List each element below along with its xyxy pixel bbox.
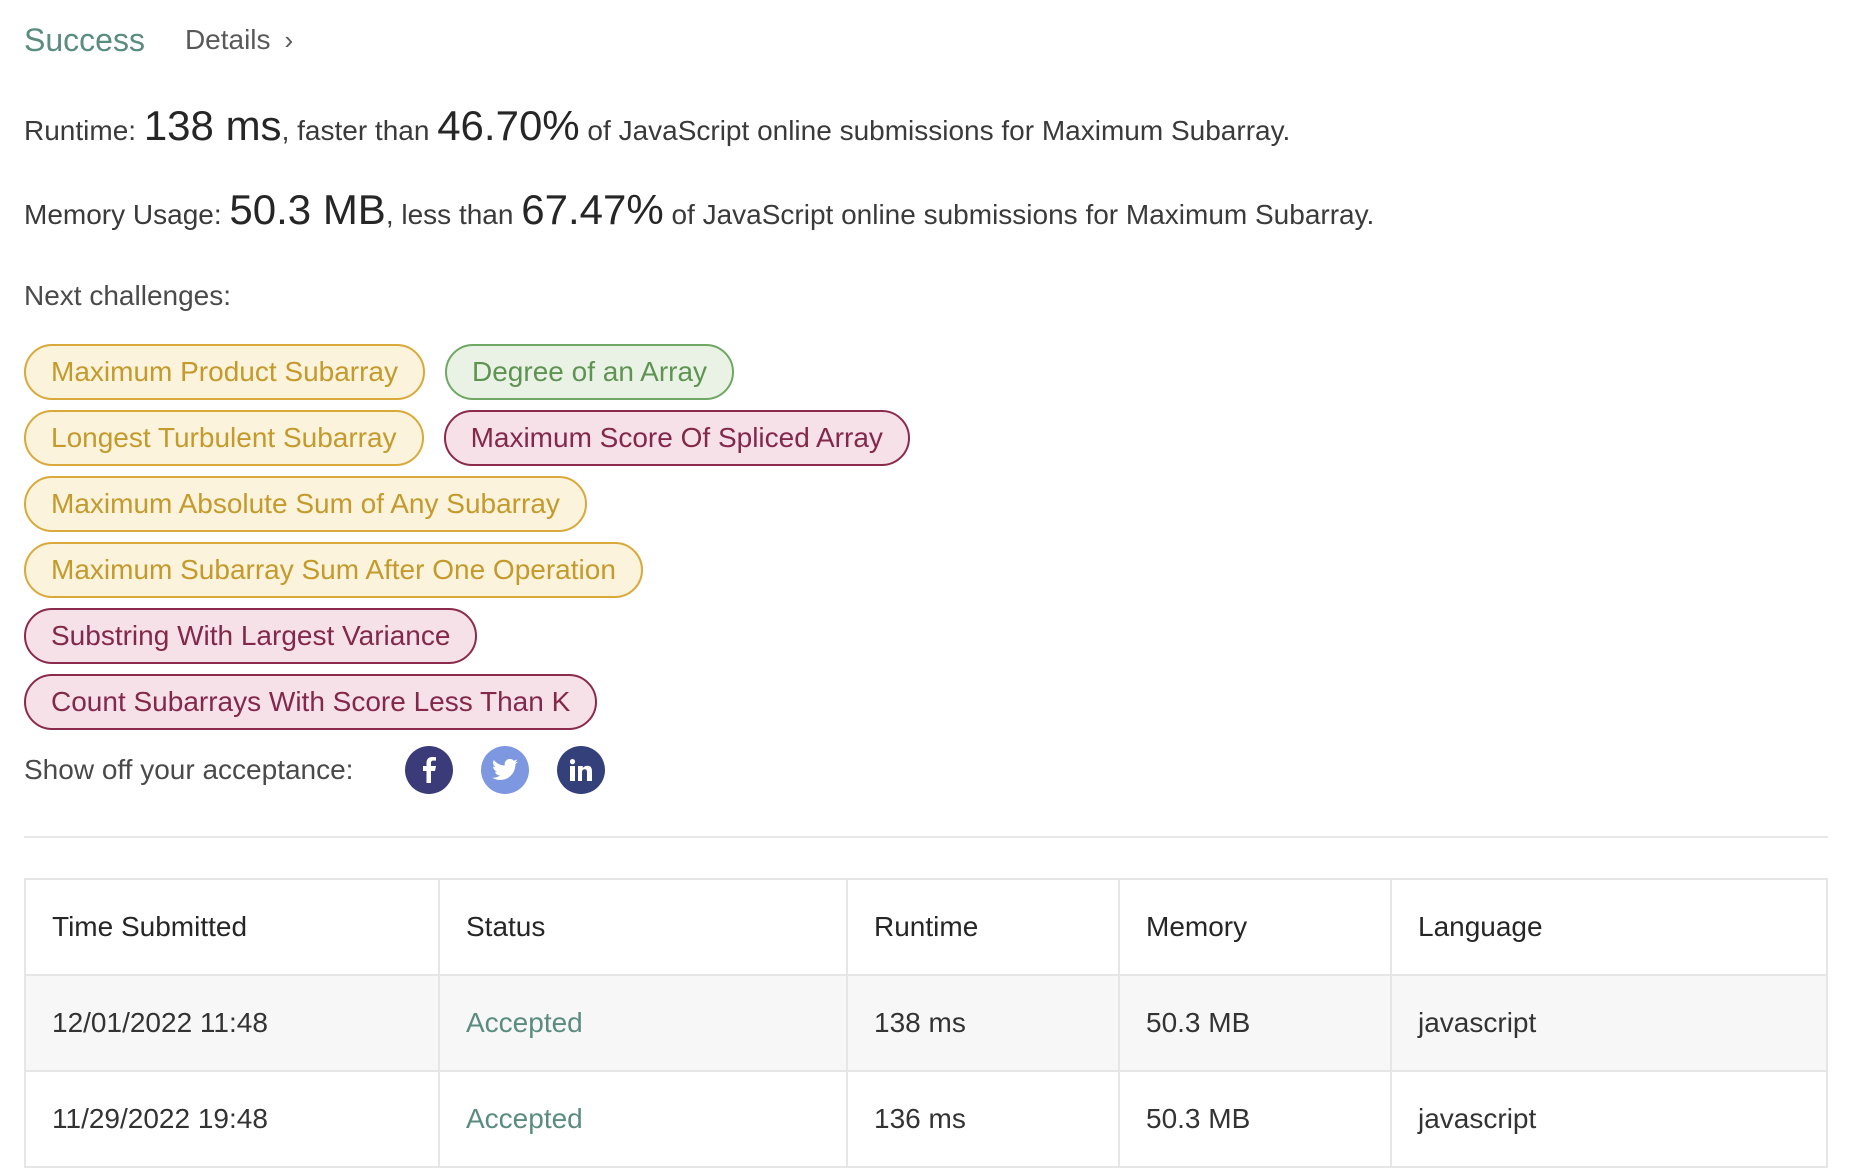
cell-memory: 50.3 MB	[1118, 1070, 1392, 1168]
success-status: Success	[24, 21, 145, 58]
memory-middle: , less than	[385, 199, 522, 230]
next-challenges-label: Next challenges:	[24, 280, 232, 311]
cell-language: javascript	[1390, 1070, 1828, 1168]
cell-runtime: 138 ms	[846, 974, 1120, 1072]
challenge-chip[interactable]: Degree of an Array	[445, 344, 735, 400]
challenge-chip[interactable]: Maximum Product Subarray	[24, 344, 426, 400]
facebook-icon[interactable]	[405, 746, 454, 794]
runtime-prefix: Runtime:	[24, 115, 144, 146]
cell-status[interactable]: Accepted	[438, 974, 848, 1072]
table-header-row: Time Submitted Status Runtime Memory Lan…	[24, 878, 1828, 976]
runtime-suffix: of JavaScript online submissions for Max…	[579, 115, 1291, 146]
cell-time: 12/01/2022 11:48	[24, 974, 440, 1072]
memory-stat: Memory Usage: 50.3 MB, less than 67.47% …	[24, 180, 1828, 240]
column-header-runtime[interactable]: Runtime	[846, 878, 1120, 976]
challenge-chip[interactable]: Substring With Largest Variance	[24, 608, 478, 664]
cell-time: 11/29/2022 19:48	[24, 1070, 440, 1168]
details-label: Details	[184, 24, 271, 55]
challenge-chip[interactable]: Longest Turbulent Subarray	[24, 410, 424, 466]
memory-prefix: Memory Usage:	[24, 199, 230, 230]
submission-result-page: Success Details › Runtime: 138 ms, faste…	[0, 0, 1852, 1176]
column-header-status[interactable]: Status	[438, 878, 848, 976]
table-row[interactable]: 11/29/2022 19:48 Accepted 136 ms 50.3 MB…	[24, 1070, 1828, 1168]
runtime-stat: Runtime: 138 ms, faster than 46.70% of J…	[24, 96, 1828, 156]
twitter-icon[interactable]	[481, 746, 530, 794]
column-header-memory[interactable]: Memory	[1118, 878, 1392, 976]
cell-memory: 50.3 MB	[1118, 974, 1392, 1072]
next-challenges-list: Maximum Product Subarray Degree of an Ar…	[24, 344, 1224, 730]
challenge-chip[interactable]: Maximum Score Of Spliced Array	[443, 410, 910, 466]
memory-value: 50.3 MB	[229, 186, 386, 233]
details-link[interactable]: Details ›	[185, 24, 293, 56]
section-divider	[24, 836, 1828, 838]
share-section: Show off your acceptance:	[24, 742, 1828, 798]
challenge-chip[interactable]: Maximum Absolute Sum of Any Subarray	[24, 476, 587, 532]
runtime-middle: , faster than	[281, 115, 438, 146]
chevron-right-icon: ›	[284, 24, 294, 55]
memory-percent: 67.47%	[521, 186, 664, 233]
result-bar: Success Details ›	[24, 0, 1828, 80]
runtime-percent: 46.70%	[437, 102, 580, 149]
memory-suffix: of JavaScript online submissions for Max…	[663, 199, 1375, 230]
table-row[interactable]: 12/01/2022 11:48 Accepted 138 ms 50.3 MB…	[24, 974, 1828, 1072]
share-label: Show off your acceptance:	[24, 754, 354, 785]
submissions-table: Time Submitted Status Runtime Memory Lan…	[24, 878, 1828, 1168]
linkedin-icon[interactable]	[557, 746, 606, 794]
cell-runtime: 136 ms	[846, 1070, 1120, 1168]
challenge-chip[interactable]: Maximum Subarray Sum After One Operation	[24, 542, 643, 598]
cell-status[interactable]: Accepted	[438, 1070, 848, 1168]
column-header-language[interactable]: Language	[1390, 878, 1828, 976]
cell-language: javascript	[1390, 974, 1828, 1072]
column-header-time[interactable]: Time Submitted	[24, 878, 440, 976]
runtime-value: 138 ms	[143, 102, 282, 149]
challenge-chip[interactable]: Count Subarrays With Score Less Than K	[24, 674, 598, 730]
